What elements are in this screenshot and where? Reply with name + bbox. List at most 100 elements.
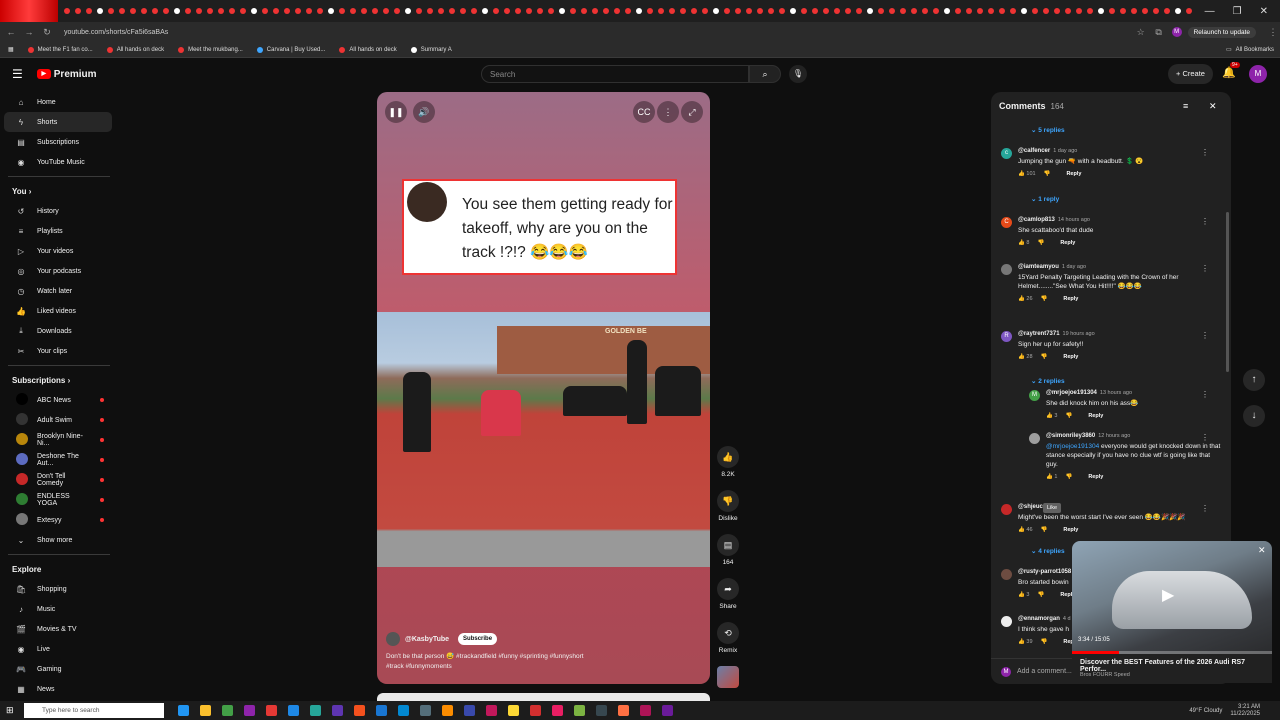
taskbar-app-icon[interactable] [200, 705, 211, 716]
tab-favicon-icon[interactable] [768, 8, 774, 14]
sidebar-item-you[interactable]: 👍 Liked videos [4, 301, 112, 321]
tab-favicon-icon[interactable] [691, 8, 697, 14]
like-comment-button[interactable]: 👍 39 [1018, 639, 1033, 645]
tab-favicon-icon[interactable] [317, 8, 323, 14]
tab-favicon-icon[interactable] [64, 8, 70, 14]
sidebar-item-home[interactable]: ⌂ Home [4, 92, 112, 112]
tab-favicon-icon[interactable] [482, 8, 488, 14]
tab-favicon-icon[interactable] [361, 8, 367, 14]
sidebar-item-shorts[interactable]: ϟ Shorts [4, 112, 112, 132]
author-handle[interactable]: @simonriley3860 [1046, 433, 1095, 439]
volume-button[interactable]: 🔊 [413, 101, 435, 123]
tab-favicon-icon[interactable] [1186, 8, 1192, 14]
sidebar-item-you[interactable]: ↺ History [4, 201, 112, 221]
tab-favicon-icon[interactable] [592, 8, 598, 14]
commenter-avatar[interactable]: c [1001, 148, 1012, 159]
like-comment-button[interactable]: 👍 3 [1046, 413, 1057, 419]
reply-button[interactable]: Reply [1063, 527, 1078, 533]
taskbar-app-icon[interactable] [508, 705, 519, 716]
youtube-logo[interactable]: ▶ Premium [36, 69, 97, 80]
thumbs-down-icon[interactable]: 👎 [1041, 354, 1048, 360]
tab-favicon-icon[interactable] [1109, 8, 1115, 14]
tab-favicon-icon[interactable] [944, 8, 950, 14]
tab-favicon-icon[interactable] [702, 8, 708, 14]
sidebar-channel[interactable]: Deshone The Aut... [4, 450, 112, 470]
taskbar-app-icon[interactable] [288, 705, 299, 716]
bookmark[interactable]: Carvana | Buy Used... [256, 46, 325, 53]
sidebar-channel[interactable]: Brooklyn Nine-Ni... [4, 430, 112, 450]
tab-favicon-icon[interactable] [878, 8, 884, 14]
tab-favicon-icon[interactable] [119, 8, 125, 14]
close-window-button[interactable]: ✕ [1260, 6, 1268, 17]
sidebar-item-you[interactable]: ◎ Your podcasts [4, 261, 112, 281]
tab-favicon-icon[interactable] [306, 8, 312, 14]
sidebar-channel[interactable]: ENDLESS YOGA [4, 490, 112, 510]
tab-favicon-icon[interactable] [955, 8, 961, 14]
tab-favicon-icon[interactable] [867, 8, 873, 14]
thumbs-down-icon[interactable]: 👎 [1037, 592, 1044, 598]
tab-favicon-icon[interactable] [504, 8, 510, 14]
thumbs-down-icon[interactable]: 👎 [1065, 474, 1072, 480]
taskbar-app-icon[interactable] [266, 705, 277, 716]
play-icon[interactable]: ▶ [1162, 585, 1174, 605]
like-comment-button[interactable]: 👍 8 [1018, 240, 1029, 246]
tab-icons[interactable] [58, 0, 1193, 22]
bookmark[interactable]: All hands on deck [106, 46, 164, 53]
like-action[interactable]: 👍 8.2K [716, 446, 740, 478]
tab-favicon-icon[interactable] [1021, 8, 1027, 14]
tab-favicon-icon[interactable] [779, 8, 785, 14]
extensions-icon[interactable]: ⧉ [1152, 27, 1166, 38]
next-short-preview[interactable] [377, 693, 710, 701]
taskbar-app-icon[interactable] [244, 705, 255, 716]
comment-author[interactable]: @camlop813 14 hours ago [1018, 217, 1223, 223]
tab-favicon-icon[interactable] [218, 8, 224, 14]
sidebar-channel[interactable]: Extesyy [4, 510, 112, 530]
tab-favicon-icon[interactable] [603, 8, 609, 14]
commenter-avatar[interactable]: C [1001, 217, 1012, 228]
taskbar-search[interactable]: Type here to search [24, 703, 164, 718]
audio-thumbnail[interactable] [717, 666, 739, 688]
dislike-action[interactable]: 👎 Dislike [716, 490, 740, 522]
close-icon[interactable]: ✕ [1209, 101, 1217, 112]
remix-action[interactable]: ⟲ Remix [716, 622, 740, 654]
taskbar-app-icon[interactable] [530, 705, 541, 716]
author-handle[interactable]: @iamteamyou [1018, 264, 1059, 270]
shorts-player[interactable]: ❚❚ 🔊 CC ⋮ ⤢ You see them getting ready f… [377, 92, 710, 684]
sidebar-item-explore[interactable]: ▦ News [4, 679, 112, 699]
tab-favicon-icon[interactable] [130, 8, 136, 14]
commenter-avatar[interactable]: M [1029, 390, 1040, 401]
sidebar-item-explore[interactable]: 🎬 Movies & TV [4, 619, 112, 639]
tab-favicon-icon[interactable] [1098, 8, 1104, 14]
browser-menu-icon[interactable]: ⋮ [1266, 27, 1280, 38]
tab-favicon-icon[interactable] [713, 8, 719, 14]
tab-favicon-icon[interactable] [339, 8, 345, 14]
mention-link[interactable]: @mrjoejoe191304 [1046, 443, 1099, 450]
taskbar-app-icon[interactable] [596, 705, 607, 716]
tab-favicon-icon[interactable] [460, 8, 466, 14]
tab-favicon-icon[interactable] [383, 8, 389, 14]
tab-favicon-icon[interactable] [526, 8, 532, 14]
bookmark[interactable]: Meet the mukbang... [178, 46, 243, 53]
tab-favicon-icon[interactable] [515, 8, 521, 14]
author-handle[interactable]: @mrjoejoe191304 [1046, 390, 1097, 396]
tab-favicon-icon[interactable] [735, 8, 741, 14]
tab-favicon-icon[interactable] [1142, 8, 1148, 14]
maximize-button[interactable]: ❐ [1233, 6, 1242, 17]
tab-favicon-icon[interactable] [350, 8, 356, 14]
comments-scrollbar[interactable] [1226, 212, 1229, 372]
thumbs-down-icon[interactable]: 👎 [1037, 240, 1044, 246]
tab-favicon-icon[interactable] [680, 8, 686, 14]
bookmark[interactable]: All hands on deck [339, 46, 397, 53]
tab-favicon-icon[interactable] [284, 8, 290, 14]
taskbar-app-icon[interactable] [420, 705, 431, 716]
taskbar-app-icon[interactable] [310, 705, 321, 716]
tab-favicon-icon[interactable] [537, 8, 543, 14]
commenter-avatar[interactable] [1029, 433, 1040, 444]
sidebar-channel[interactable]: Don't Tell Comedy [4, 470, 112, 490]
taskbar-app-icon[interactable] [574, 705, 585, 716]
tab-favicon-icon[interactable] [152, 8, 158, 14]
tab-favicon-icon[interactable] [207, 8, 213, 14]
sidebar-item-explore[interactable]: 🛍 Shopping [4, 579, 112, 599]
tab-favicon-icon[interactable] [493, 8, 499, 14]
comment-author[interactable]: @calfencer 1 day ago [1018, 148, 1223, 154]
